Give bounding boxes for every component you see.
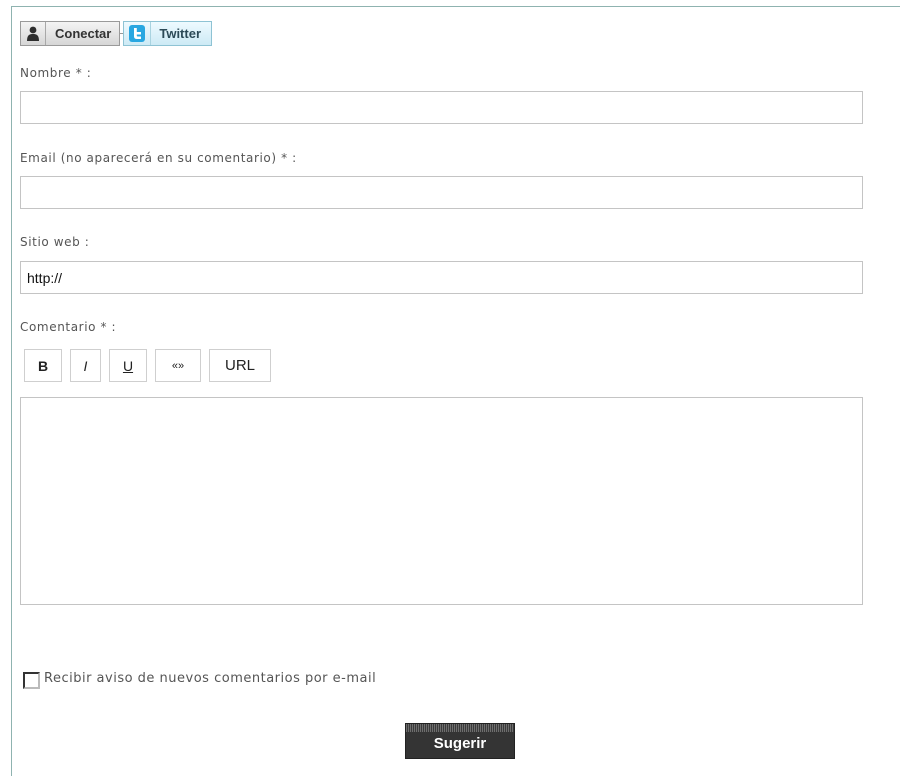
underline-button[interactable]: U — [109, 349, 147, 382]
bold-button[interactable]: B — [24, 349, 62, 382]
email-field[interactable] — [20, 176, 863, 209]
name-label: Nombre * : — [20, 66, 92, 80]
italic-button[interactable]: I — [70, 349, 101, 382]
user-icon — [21, 22, 46, 45]
twitter-icon — [124, 22, 152, 45]
website-field[interactable] — [20, 261, 863, 294]
notify-checkbox[interactable] — [23, 672, 40, 689]
twitter-button-label: Twitter — [159, 26, 202, 41]
notify-label: Recibir aviso de nuevos comentarios por … — [44, 671, 377, 686]
twitter-connect-button[interactable]: Twitter — [123, 21, 213, 46]
notify-option: Recibir aviso de nuevos comentarios por … — [23, 668, 376, 689]
website-label: Sitio web : — [20, 235, 90, 249]
social-connect-bar: Conectar Twitter — [20, 21, 213, 46]
connect-button[interactable]: Conectar — [20, 21, 121, 46]
comment-label: Comentario * : — [20, 320, 117, 334]
formatting-toolbar: B I U «» URL — [24, 349, 271, 382]
name-field[interactable] — [20, 91, 863, 124]
submit-button[interactable]: Sugerir — [405, 723, 515, 759]
email-label: Email (no aparecerá en su comentario) * … — [20, 151, 297, 165]
quote-button[interactable]: «» — [155, 349, 201, 382]
url-button[interactable]: URL — [209, 349, 271, 382]
connect-button-label: Conectar — [55, 26, 112, 41]
comment-textarea[interactable] — [20, 397, 863, 605]
